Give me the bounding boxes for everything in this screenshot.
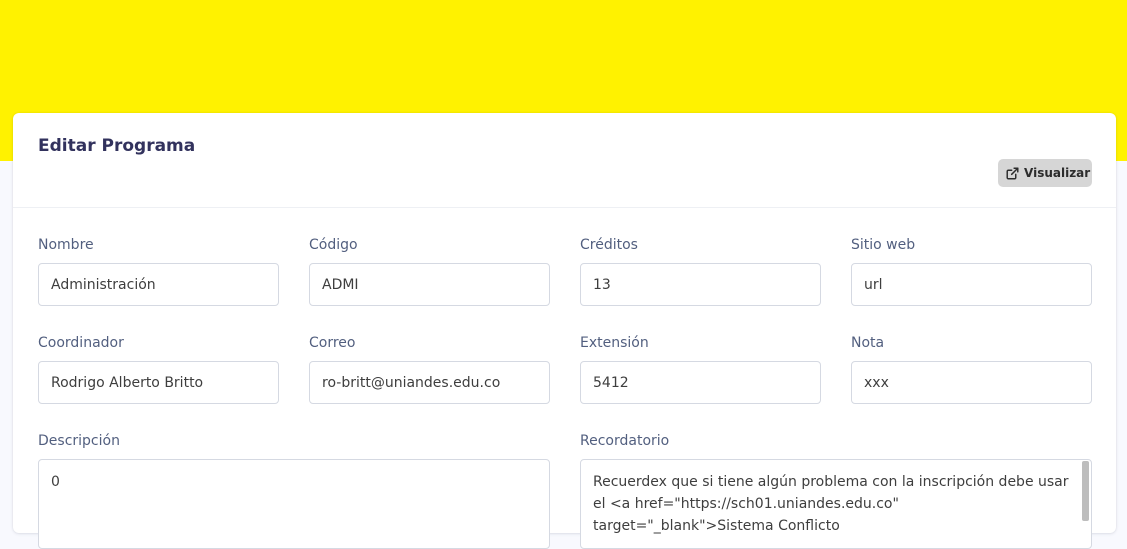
extension-group: Extensión (580, 334, 821, 404)
visualizar-button[interactable]: Visualizar (998, 159, 1092, 187)
creditos-group: Créditos (580, 236, 821, 306)
extension-label: Extensión (580, 335, 649, 351)
nota-label: Nota (851, 335, 885, 351)
nombre-input[interactable] (38, 263, 279, 306)
creditos-input[interactable] (580, 263, 821, 306)
recordatorio-label: Recordatorio (580, 433, 670, 449)
correo-input[interactable] (309, 361, 550, 404)
descripcion-label: Descripción (38, 433, 120, 449)
nota-input[interactable] (851, 361, 1092, 404)
nota-group: Nota (851, 334, 1092, 404)
nombre-label: Nombre (38, 237, 94, 253)
codigo-input[interactable] (309, 263, 550, 306)
codigo-group: Código (309, 236, 550, 306)
extension-input[interactable] (580, 361, 821, 404)
sitio-web-input[interactable] (851, 263, 1092, 306)
descripcion-textarea[interactable]: 0 (38, 459, 550, 549)
recordatorio-textarea[interactable]: Recuerdex que si tiene algún problema co… (580, 459, 1092, 549)
card-header: Editar Programa Visualizar (13, 113, 1116, 208)
sitio-web-group: Sitio web (851, 236, 1092, 306)
external-link-icon (1006, 166, 1019, 180)
page-title: Editar Programa (38, 136, 196, 156)
creditos-label: Créditos (580, 237, 638, 253)
coordinador-group: Coordinador (38, 334, 279, 404)
descripcion-group: Descripción 0 (38, 432, 550, 549)
correo-label: Correo (309, 335, 356, 351)
recordatorio-scrollbar[interactable] (1082, 461, 1089, 521)
recordatorio-group: Recordatorio Recuerdex que si tiene algú… (580, 432, 1092, 549)
correo-group: Correo (309, 334, 550, 404)
coordinador-label: Coordinador (38, 335, 124, 351)
codigo-label: Código (309, 237, 358, 253)
coordinador-input[interactable] (38, 361, 279, 404)
nombre-group: Nombre (38, 236, 279, 306)
sitio-web-label: Sitio web (851, 237, 916, 253)
edit-program-card: Editar Programa Visualizar Nombre Código… (13, 113, 1116, 549)
visualizar-label: Visualizar (1024, 166, 1091, 180)
